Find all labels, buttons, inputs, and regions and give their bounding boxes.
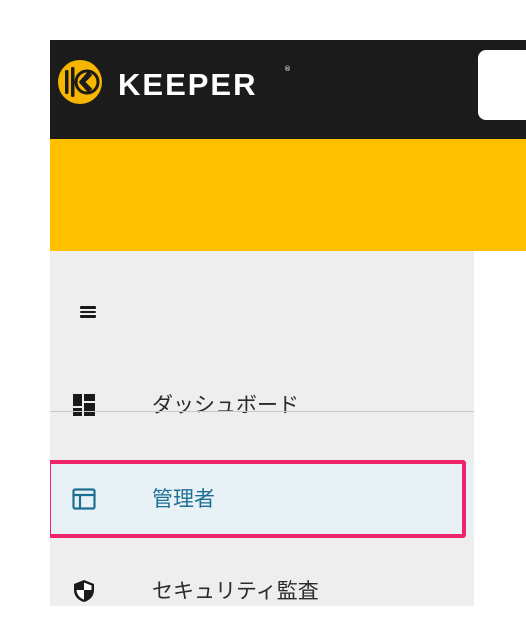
sidebar-item-security-audit[interactable]: セキュリティ監査 bbox=[50, 556, 474, 606]
search-box[interactable] bbox=[478, 50, 526, 120]
brand-registered-mark: ® bbox=[284, 65, 291, 73]
shield-icon bbox=[74, 580, 94, 602]
sidebar-item-label: セキュリティ監査 bbox=[152, 579, 319, 603]
app-window: KEEPER ® ダッシュボード 管理者 セキュリティ監査 bbox=[50, 40, 526, 606]
sidebar-item-label: 管理者 bbox=[152, 487, 215, 511]
sidebar-item-dashboard[interactable]: ダッシュボード bbox=[50, 370, 474, 440]
sidebar: ダッシュボード 管理者 セキュリティ監査 bbox=[50, 251, 474, 606]
sidebar-item-admin[interactable]: 管理者 bbox=[50, 464, 474, 534]
sidebar-divider bbox=[50, 411, 474, 412]
keeper-logo-icon bbox=[58, 60, 102, 104]
top-bar: KEEPER ® bbox=[50, 40, 526, 139]
sidebar-item-label: ダッシュボード bbox=[152, 393, 299, 417]
dashboard-icon bbox=[73, 394, 95, 416]
main-content bbox=[474, 251, 526, 606]
notification-banner bbox=[50, 139, 526, 251]
hamburger-menu-icon[interactable] bbox=[80, 306, 96, 318]
brand-name: KEEPER bbox=[118, 67, 258, 102]
admin-window-icon bbox=[72, 488, 96, 510]
